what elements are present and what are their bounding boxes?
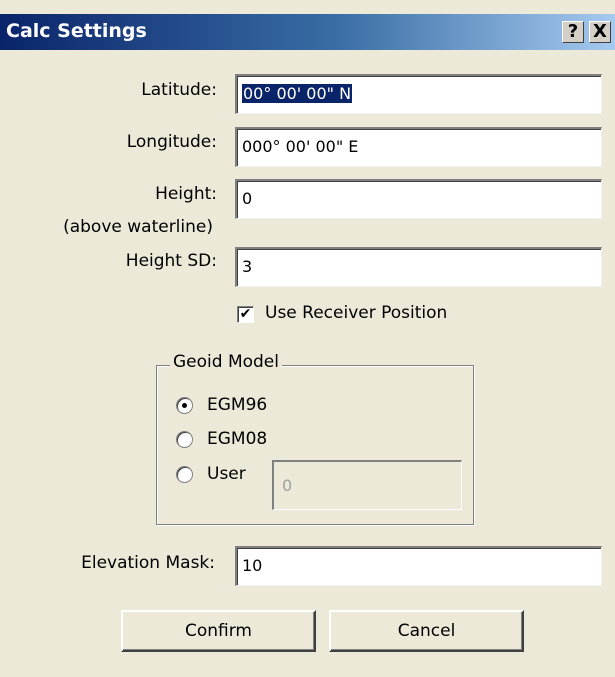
- cancel-button[interactable]: Cancel: [329, 610, 524, 652]
- height-sublabel: (above waterline): [63, 217, 213, 237]
- height-field[interactable]: 0: [235, 179, 602, 219]
- use-receiver-position-checkbox[interactable]: ✔: [237, 306, 254, 323]
- radio-selected-dot: [182, 403, 187, 408]
- user-label[interactable]: User: [207, 464, 246, 484]
- egm96-radio[interactable]: [176, 397, 193, 414]
- window-title: Calc Settings: [6, 20, 147, 42]
- user-geoid-field: 0: [272, 460, 462, 510]
- confirm-button[interactable]: Confirm: [121, 610, 316, 652]
- egm08-radio[interactable]: [176, 431, 193, 448]
- elevation-mask-label: Elevation Mask:: [81, 553, 215, 573]
- latitude-value: 00° 00' 00" N: [242, 84, 353, 103]
- help-icon[interactable]: ?: [562, 21, 584, 43]
- egm08-label[interactable]: EGM08: [207, 429, 267, 449]
- elevation-mask-field[interactable]: 10: [235, 546, 602, 586]
- title-bar[interactable]: Calc Settings ? X: [0, 14, 615, 50]
- user-radio[interactable]: [176, 466, 193, 483]
- geoid-model-title: Geoid Model: [170, 352, 282, 372]
- close-icon[interactable]: X: [589, 21, 611, 43]
- height-sd-field[interactable]: 3: [235, 247, 602, 287]
- longitude-field[interactable]: 000° 00' 00" E: [235, 127, 602, 167]
- height-label: Height:: [155, 184, 217, 204]
- latitude-field[interactable]: 00° 00' 00" N: [235, 74, 602, 114]
- latitude-label: Latitude:: [141, 80, 217, 100]
- egm96-label[interactable]: EGM96: [207, 395, 267, 415]
- height-sd-label: Height SD:: [125, 251, 217, 271]
- longitude-label: Longitude:: [126, 132, 217, 152]
- use-receiver-position-label[interactable]: Use Receiver Position: [265, 303, 447, 323]
- calc-settings-dialog: Calc Settings ? X Latitude: 00° 00' 00" …: [0, 0, 615, 677]
